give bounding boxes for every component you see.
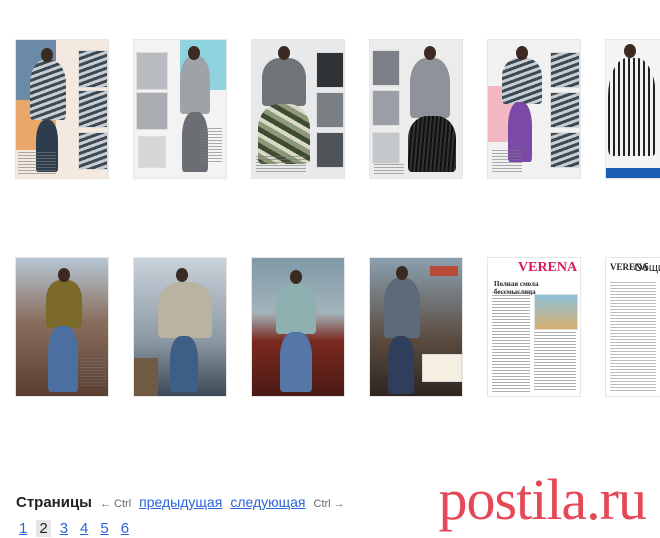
next-shortcut-hint: Ctrl → (313, 498, 345, 510)
thumbnail-page-2[interactable] (134, 40, 226, 178)
thumbnail-page-1[interactable] (16, 40, 108, 178)
page-link-2-current: 2 (36, 520, 51, 537)
prev-page-link[interactable]: предыдущая (139, 494, 222, 510)
thumbnail-page-6[interactable] (606, 40, 660, 178)
postila-watermark: postila.ru (438, 467, 647, 532)
verena-logo: VERENA (518, 260, 578, 275)
next-page-link[interactable]: следующая (230, 494, 305, 510)
thumbnail-page-12[interactable]: VERENA Общие (606, 258, 660, 396)
thumbnail-page-5[interactable] (488, 40, 580, 178)
page-link-5[interactable]: 5 (97, 520, 111, 537)
page-link-6[interactable]: 6 (118, 520, 132, 537)
pages-title: Страницы (16, 494, 92, 511)
thumbnail-grid: VERENA Полная смола бессмыслица VERENA О… (0, 0, 660, 420)
thumbnail-page-3[interactable] (252, 40, 344, 178)
page-link-1[interactable]: 1 (16, 520, 30, 537)
thumbnail-page-8[interactable] (134, 258, 226, 396)
thumbnail-page-4[interactable] (370, 40, 462, 178)
thumbnail-page-9[interactable] (252, 258, 344, 396)
pagination-nav: Страницы ← Ctrl предыдущая следующая Ctr… (16, 494, 345, 511)
page-link-4[interactable]: 4 (77, 520, 91, 537)
thumbnail-page-11[interactable]: VERENA Полная смола бессмыслица (488, 258, 580, 396)
thumbnail-page-7[interactable] (16, 258, 108, 396)
prev-shortcut-hint: ← Ctrl (100, 498, 132, 510)
page-link-3[interactable]: 3 (57, 520, 71, 537)
article-heading-2: Общие (634, 262, 660, 274)
thumbnail-page-10[interactable] (370, 258, 462, 396)
page-number-list: 1 2 3 4 5 6 (16, 520, 132, 537)
